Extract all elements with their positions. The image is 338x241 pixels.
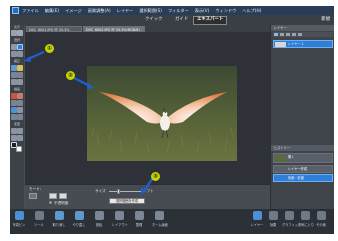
annotation-layer [24, 50, 153, 195]
callout-2: ② [66, 71, 75, 80]
callout-1: ① [45, 44, 54, 53]
arrow-3 [143, 178, 153, 192]
arrow-1 [27, 50, 45, 61]
arrow-2 [73, 77, 91, 87]
arrow-2-head [87, 83, 94, 89]
arrow-1-head [24, 56, 31, 62]
callout-3: ③ [151, 172, 160, 181]
app-window: ファイル 編集(E) イメージ 画質調整(A) レイヤー 選択範囲(S) フィル… [10, 6, 334, 234]
